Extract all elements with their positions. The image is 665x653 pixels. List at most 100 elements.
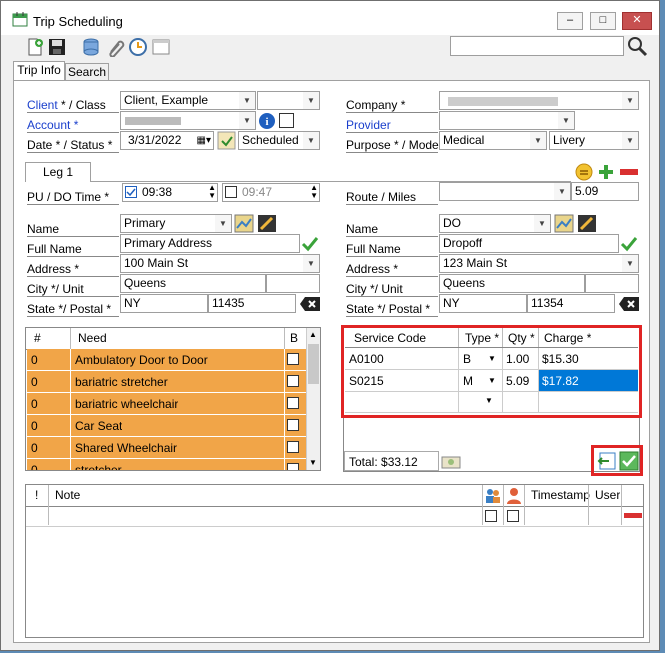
clear-address-icon[interactable] xyxy=(618,296,640,312)
company-select[interactable]: ▼ xyxy=(439,91,639,110)
miles-input[interactable]: 5.09 xyxy=(571,182,639,201)
need-count: 0 xyxy=(31,419,38,433)
notes-new-row[interactable] xyxy=(26,506,643,527)
dropoff-name-select[interactable]: DO ▼ xyxy=(439,214,551,233)
pickup-state-input[interactable]: NY xyxy=(120,294,208,313)
pickup-address-label: Address * xyxy=(27,262,80,276)
dropoff-city-input[interactable]: Queens xyxy=(439,274,585,293)
dropoff-time-checkbox[interactable] xyxy=(225,186,237,198)
need-name: bariatric stretcher xyxy=(75,375,168,389)
info-icon[interactable]: i xyxy=(258,112,276,130)
close-button[interactable]: ✕ xyxy=(622,12,652,30)
dropoff-address-select[interactable]: 123 Main St ▼ xyxy=(439,254,639,273)
pickup-address-select[interactable]: 100 Main St ▼ xyxy=(120,254,320,273)
dropoff-time-input[interactable]: 09:47 ▲ ▼ xyxy=(222,183,320,202)
dropoff-fullname-input[interactable]: Dropoff xyxy=(439,234,619,253)
account-checkbox[interactable] xyxy=(279,113,294,128)
need-checkbox[interactable] xyxy=(287,419,299,431)
pickup-unit-input[interactable] xyxy=(266,274,320,293)
pickup-fullname-input[interactable]: Primary Address xyxy=(120,234,300,253)
need-row[interactable]: 0 stretcher xyxy=(27,459,306,470)
chevron-down-icon: ▼ xyxy=(303,255,319,272)
dropoff-postal-input[interactable]: 11354 xyxy=(527,294,615,313)
save-icon[interactable] xyxy=(47,37,67,57)
database-icon[interactable] xyxy=(81,37,101,57)
search-icon[interactable] xyxy=(626,35,648,57)
header-b: B xyxy=(290,331,299,345)
provider-label[interactable]: Provider xyxy=(346,118,391,132)
need-row[interactable]: 0 Ambulatory Door to Door xyxy=(27,349,306,371)
map-icon[interactable] xyxy=(234,214,254,233)
add-leg-icon[interactable] xyxy=(597,163,615,181)
dropoff-unit-input[interactable] xyxy=(585,274,639,293)
new-document-icon[interactable] xyxy=(25,37,45,57)
remove-note-icon[interactable] xyxy=(624,512,642,520)
total-box: Total: $33.12 xyxy=(344,451,439,471)
status-select[interactable]: Scheduled ▼ xyxy=(238,131,320,150)
dropoff-state-input[interactable]: NY xyxy=(439,294,527,313)
class-select[interactable]: ▼ xyxy=(257,91,320,110)
header-user: User xyxy=(595,488,621,502)
window-icon[interactable] xyxy=(151,37,171,57)
check-icon xyxy=(301,237,319,252)
purpose-select[interactable]: Medical ▼ xyxy=(439,131,547,150)
need-checkbox[interactable] xyxy=(287,353,299,365)
calendar-dropdown-icon: ▦▾ xyxy=(196,135,211,146)
clock-user-icon[interactable] xyxy=(128,37,148,57)
tab-leg-1[interactable]: Leg 1 xyxy=(25,162,91,182)
edit-address-icon[interactable] xyxy=(257,214,277,233)
account-select[interactable]: ▼ xyxy=(120,111,256,130)
swap-icon[interactable] xyxy=(575,163,593,181)
notes-user-checkbox[interactable] xyxy=(507,510,519,522)
need-row[interactable]: 0 bariatric wheelchair xyxy=(27,393,306,415)
time-spinner-icon[interactable]: ▲ ▼ xyxy=(208,184,216,200)
client-select[interactable]: Client, Example ▼ xyxy=(120,91,256,110)
need-count: 0 xyxy=(31,353,38,367)
clear-address-icon[interactable] xyxy=(299,296,321,312)
pickup-postal-input[interactable]: 11435 xyxy=(208,294,296,313)
date-picker[interactable]: 3/31/2022 ▦▾ xyxy=(120,131,214,150)
need-row[interactable]: 0 Shared Wheelchair xyxy=(27,437,306,459)
pickup-name-select[interactable]: Primary ▼ xyxy=(120,214,232,233)
refresh-status-icon[interactable] xyxy=(217,131,236,150)
needs-scrollbar[interactable]: ▲ ▼ xyxy=(306,328,320,470)
scroll-up-icon[interactable]: ▲ xyxy=(309,330,317,339)
remove-leg-icon[interactable] xyxy=(619,165,639,179)
need-row[interactable]: 0 Car Seat xyxy=(27,415,306,437)
attachment-icon[interactable] xyxy=(105,37,125,57)
dropoff-address-label: Address * xyxy=(346,262,399,276)
account-label[interactable]: Account * xyxy=(27,118,78,132)
route-select[interactable]: ▼ xyxy=(439,182,571,201)
provider-select[interactable]: ▼ xyxy=(439,111,575,130)
need-checkbox[interactable] xyxy=(287,397,299,409)
scroll-down-icon[interactable]: ▼ xyxy=(309,458,317,467)
window-title: Trip Scheduling xyxy=(33,14,123,29)
need-count: 0 xyxy=(31,375,38,389)
chevron-down-icon: ▼ xyxy=(554,183,570,200)
chevron-down-icon: ▼ xyxy=(530,132,546,149)
tab-search[interactable]: Search xyxy=(65,63,109,81)
notes-users-checkbox[interactable] xyxy=(485,510,497,522)
need-checkbox[interactable] xyxy=(287,441,299,453)
edit-address-icon[interactable] xyxy=(577,214,597,233)
need-row[interactable]: 0 bariatric stretcher xyxy=(27,371,306,393)
map-icon[interactable] xyxy=(554,214,574,233)
chevron-down-icon: ▼ xyxy=(239,112,255,129)
scroll-thumb[interactable] xyxy=(308,344,319,384)
approve-highlight xyxy=(591,445,643,476)
pickup-city-input[interactable]: Queens xyxy=(120,274,266,293)
maximize-button[interactable]: □ xyxy=(590,12,616,30)
header-need: Need xyxy=(78,331,107,345)
pickup-time-input[interactable]: 09:38 ▲ ▼ xyxy=(122,183,218,202)
money-icon[interactable] xyxy=(441,452,461,470)
need-checkbox[interactable] xyxy=(287,375,299,387)
search-input[interactable] xyxy=(450,36,624,56)
mode-select[interactable]: Livery ▼ xyxy=(549,131,639,150)
need-checkbox[interactable] xyxy=(287,463,299,470)
need-count: 0 xyxy=(31,441,38,455)
pickup-time-checkbox[interactable] xyxy=(125,186,137,198)
time-spinner-icon[interactable]: ▲ ▼ xyxy=(310,184,318,200)
tab-trip-info[interactable]: Trip Info xyxy=(13,61,65,81)
date-status-label: Date * / Status * xyxy=(27,138,113,152)
minimize-button[interactable]: – xyxy=(557,12,583,30)
